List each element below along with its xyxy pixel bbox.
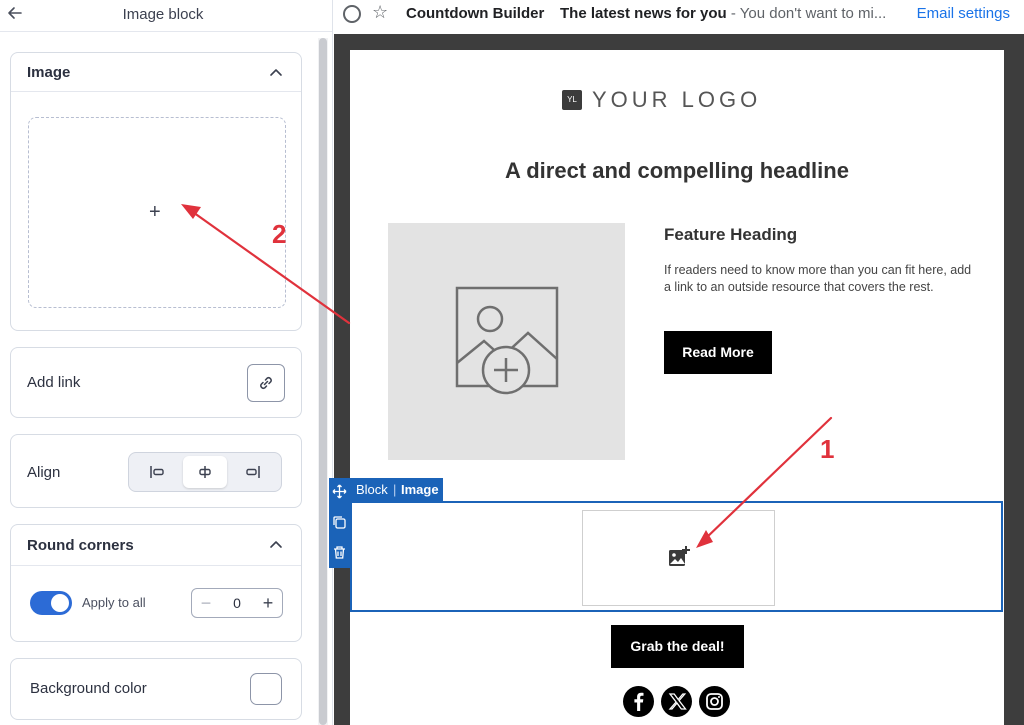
scrollbar-thumb[interactable]: [319, 38, 327, 725]
read-more-button[interactable]: Read More: [664, 331, 772, 374]
feature-body: If readers need to know more than you ca…: [664, 263, 972, 294]
move-icon[interactable]: [332, 484, 347, 499]
image-block-panel: Image block Image + Add link Align Round…: [0, 0, 333, 725]
logo-text: YOUR LOGO: [592, 87, 762, 112]
mail-header-bar: ☆ Countdown Builder The latest news for …: [334, 0, 1024, 34]
decrement-button[interactable]: −: [195, 592, 217, 614]
align-right-button[interactable]: [231, 456, 275, 488]
round-corners-section: Round corners Apply to all − 0 +: [10, 524, 302, 642]
feature-heading: Feature Heading: [664, 225, 798, 244]
x-glyph: [668, 693, 687, 710]
corner-radius-stepper: − 0 +: [191, 588, 283, 618]
align-left-icon: [150, 466, 164, 478]
block-tools-rail: [329, 478, 350, 568]
block-tab-separator: |: [393, 482, 397, 497]
block-type-tab: Block | Image: [350, 478, 443, 502]
add-photo-icon: [669, 546, 690, 566]
toggle-knob: [51, 594, 69, 612]
round-corners-title: Round corners: [27, 537, 134, 554]
apply-to-all-label: Apply to all: [82, 595, 146, 610]
panel-title: Image block: [122, 6, 204, 23]
link-icon: [260, 377, 272, 389]
logo-badge: YL: [562, 90, 582, 110]
background-color-swatch[interactable]: [250, 673, 282, 705]
duplicate-icon[interactable]: [332, 515, 347, 530]
email-client: ☆ Countdown Builder The latest news for …: [334, 0, 1024, 725]
chevron-up-icon[interactable]: [269, 538, 283, 552]
app-root: Image block Image + Add link Align Round…: [0, 0, 1024, 725]
feature-image-placeholder[interactable]: [388, 223, 625, 460]
snippet-text: - You don't want to mi...: [726, 5, 887, 22]
align-left-button[interactable]: [135, 456, 179, 488]
align-label: Align: [27, 464, 61, 481]
email-canvas: YL YOUR LOGO A direct and compelling hea…: [350, 50, 1004, 725]
corner-radius-value[interactable]: 0: [222, 595, 252, 611]
email-settings-link[interactable]: Email settings: [917, 5, 1010, 22]
email-subject: The latest news for you - You don't want…: [560, 5, 886, 22]
annotation-number-2: 2: [272, 219, 287, 249]
image-section-title: Image: [27, 64, 71, 81]
add-link-button[interactable]: [247, 364, 285, 402]
block-tab-label: Block: [356, 482, 388, 497]
increment-button[interactable]: +: [257, 592, 279, 614]
divider: [11, 91, 301, 92]
instagram-icon[interactable]: [699, 686, 730, 717]
align-right-icon: [246, 466, 260, 478]
block-tab-type: Image: [401, 482, 439, 497]
chevron-up-icon[interactable]: [269, 66, 283, 80]
panel-scrollbar[interactable]: [318, 38, 328, 725]
align-center-button[interactable]: [183, 456, 227, 488]
star-icon[interactable]: ☆: [372, 2, 388, 23]
facebook-glyph: [634, 692, 644, 711]
trash-icon[interactable]: [332, 545, 347, 560]
background-color-section: Background color: [10, 658, 302, 720]
add-link-label: Add link: [27, 374, 81, 391]
background-color-label: Background color: [30, 680, 147, 697]
align-segmented-control: [128, 452, 282, 492]
empty-image-placeholder[interactable]: [582, 510, 775, 606]
image-dropzone[interactable]: +: [28, 117, 286, 308]
grab-the-deal-button[interactable]: Grab the deal!: [611, 625, 744, 668]
facebook-icon[interactable]: [623, 686, 654, 717]
annotation-number-1: 1: [820, 434, 835, 464]
select-checkbox-icon[interactable]: [343, 5, 361, 23]
align-section: Align: [10, 434, 302, 508]
x-icon[interactable]: [661, 686, 692, 717]
add-image-plus-icon[interactable]: +: [149, 202, 161, 222]
apply-to-all-toggle[interactable]: [30, 591, 72, 615]
selected-image-block[interactable]: [350, 501, 1003, 612]
divider: [11, 565, 301, 566]
email-canvas-frame: YL YOUR LOGO A direct and compelling hea…: [334, 34, 1024, 725]
headline: A direct and compelling headline: [505, 158, 849, 183]
add-image-icon: [455, 286, 559, 395]
add-link-section: Add link: [10, 347, 302, 418]
image-section: Image +: [10, 52, 302, 331]
panel-header: Image block: [0, 0, 332, 32]
align-center-icon: [199, 466, 211, 478]
sender-name: Countdown Builder: [406, 5, 545, 22]
instagram-glyph: [706, 693, 723, 710]
subject-text: The latest news for you: [560, 5, 727, 22]
